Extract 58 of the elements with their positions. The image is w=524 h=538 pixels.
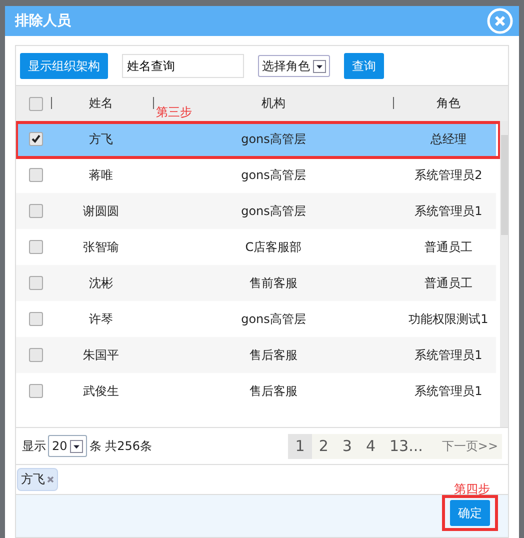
window-title: 排除人员 [15, 12, 71, 30]
role-cell-text: 普通员工 [424, 274, 474, 292]
page-button[interactable]: 13... [382, 434, 430, 458]
org-cell-text: 售前客服 [248, 274, 298, 292]
row-checkbox[interactable] [29, 240, 43, 254]
name-cell-text: 沈彬 [88, 274, 114, 292]
name-search-field[interactable]: 姓名查询 [122, 54, 244, 78]
next-page-button[interactable]: 下一页>> [430, 434, 502, 458]
org-cell-text: gons高管层 [240, 202, 307, 220]
row-checkbox[interactable] [29, 348, 43, 362]
name-cell-text: 方飞 [88, 130, 114, 148]
page-button[interactable]: 3 [335, 434, 359, 458]
org-cell-text: 售后客服 [248, 346, 298, 364]
page-button[interactable]: 2 [312, 434, 336, 458]
page-button[interactable]: 4 [358, 434, 382, 458]
page-button[interactable]: 1 [288, 434, 312, 458]
role-cell-text: 系统管理员1 [414, 202, 484, 220]
caret-icon[interactable] [70, 440, 84, 452]
row-checkbox[interactable] [29, 312, 43, 326]
org-cell-text: C店客服部 [244, 238, 303, 256]
show-label: 显示 [22, 438, 46, 454]
role-cell-text: 总经理 [430, 130, 468, 148]
select-all-checkbox[interactable] [29, 96, 43, 110]
role-cell-text: 功能权限测试1 [408, 310, 490, 328]
column-header: 角色 [436, 95, 460, 112]
table-row[interactable]: 谢圆圆 gons高管层 系统管理员1 [16, 193, 496, 229]
table-row[interactable]: 沈彬 售前客服 普通员工 [16, 265, 496, 301]
step-annotation: 第四步 [454, 481, 490, 498]
remove-icon[interactable] [47, 476, 54, 483]
role-cell-text: 系统管理员1 [414, 346, 484, 364]
row-checkbox[interactable] [29, 276, 43, 290]
table-row[interactable]: 朱国平 售后客服 系统管理员1 [16, 337, 496, 373]
row-checkbox[interactable] [29, 384, 43, 398]
total-count: 条 共256条 [89, 438, 152, 454]
org-cell-text: 售后客服 [248, 382, 298, 400]
role-select[interactable]: 选择角色 [258, 55, 330, 77]
caret-icon[interactable] [313, 60, 326, 72]
row-checkbox[interactable] [29, 132, 43, 146]
row-checkbox[interactable] [29, 204, 43, 218]
org-cell-text: gons高管层 [240, 130, 307, 148]
column-header: 机构 [262, 95, 286, 112]
name-cell-text: 蒋唯 [88, 166, 114, 184]
org-cell-text: gons高管层 [240, 166, 307, 184]
name-cell-text: 朱国平 [82, 346, 120, 364]
org-cell-text: gons高管层 [240, 310, 307, 328]
name-cell-text: 张智瑜 [82, 238, 120, 256]
column-header: 姓名 [89, 95, 113, 112]
role-cell-text: 普通员工 [424, 238, 474, 256]
role-cell-text: 系统管理员1 [414, 382, 484, 400]
name-cell-text: 许琴 [88, 310, 114, 328]
step-annotation: 第三步 [156, 104, 192, 121]
name-cell-text: 谢圆圆 [82, 202, 120, 220]
selected-person-tag[interactable]: 方飞 [17, 468, 58, 491]
name-cell-text: 武俊生 [82, 382, 120, 400]
page-size-select[interactable]: 20 [48, 435, 88, 457]
role-cell-text: 系统管理员2 [414, 166, 484, 184]
close-icon[interactable] [487, 8, 513, 34]
row-checkbox[interactable] [29, 168, 43, 182]
